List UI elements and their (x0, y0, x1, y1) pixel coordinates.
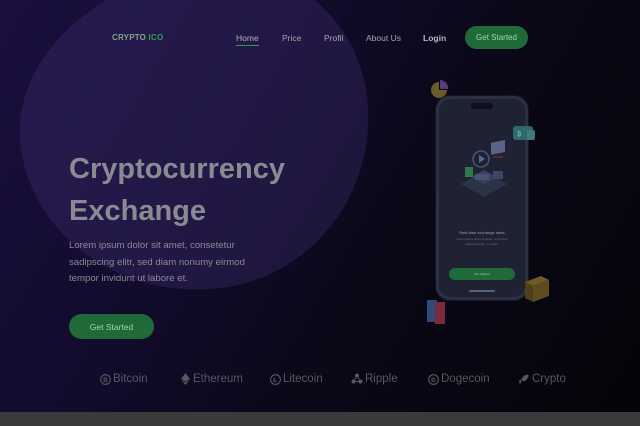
gold-block-icon (525, 276, 549, 302)
nav-profil[interactable]: Profil (324, 33, 343, 43)
coin-label: Litecoin (283, 373, 323, 385)
nav-home[interactable]: Home (236, 33, 259, 46)
logo-text: CRYPTO (112, 33, 147, 42)
coin-label: Crypto (532, 373, 566, 385)
nav-login[interactable]: Login (423, 33, 446, 43)
rocket-icon (518, 373, 530, 385)
coin-ripple[interactable]: Ripple (351, 373, 398, 385)
nav-about-us[interactable]: About Us (366, 33, 401, 43)
logo[interactable]: CRYPTO ICO (112, 33, 163, 42)
ethereum-icon (179, 373, 191, 385)
isometric-chart-icon (461, 139, 507, 197)
logo-accent: ICO (148, 33, 164, 42)
litecoin-icon: Ł (269, 373, 281, 385)
card-icon (427, 300, 445, 324)
header-get-started-button[interactable]: Get Started (465, 26, 528, 49)
nav-price[interactable]: Price (282, 33, 301, 43)
hero-get-started-button[interactable]: Get Started (69, 314, 154, 339)
bitcoin-icon: B (99, 373, 111, 385)
coin-bitcoin[interactable]: B Bitcoin (99, 373, 148, 385)
phone-get-started-button: Get Started (449, 268, 515, 280)
coin-litecoin[interactable]: Ł Litecoin (269, 373, 323, 385)
hero-title: Cryptocurrency Exchange (69, 148, 329, 232)
svg-text:B: B (103, 376, 108, 383)
coin-label: Ripple (365, 373, 398, 385)
phone-home-bar (469, 290, 495, 292)
phone-title: Real time exchange rates (459, 230, 505, 235)
coin-label: Bitcoin (113, 373, 148, 385)
hero-title-line1: Cryptocurrency (69, 153, 285, 185)
hero-description: Lorem ipsum dolor sit amet, consetetur s… (69, 240, 245, 284)
svg-text:Ð: Ð (431, 376, 436, 383)
bottom-band (0, 412, 640, 426)
svg-text:Ł: Ł (273, 376, 277, 383)
phone-notch (471, 103, 493, 109)
phone-subtitle: Lorem ipsum dolor sit amet, consetetur s… (456, 237, 508, 246)
coin-label: Ethereum (193, 373, 243, 385)
dogecoin-icon: Ð (427, 373, 439, 385)
phone-illustration: Real time exchange rates Lorem ipsum dol… (425, 78, 555, 324)
coin-ethereum[interactable]: Ethereum (179, 373, 243, 385)
coin-label: Dogecoin (441, 373, 490, 385)
svg-text:₿: ₿ (517, 131, 522, 138)
coin-stack-icon: ₿ (513, 126, 535, 140)
ripple-icon (351, 373, 363, 385)
coin-crypto[interactable]: Crypto (518, 373, 566, 385)
hero-title-line2: Exchange (69, 195, 206, 228)
coin-dogecoin[interactable]: Ð Dogecoin (427, 373, 490, 385)
